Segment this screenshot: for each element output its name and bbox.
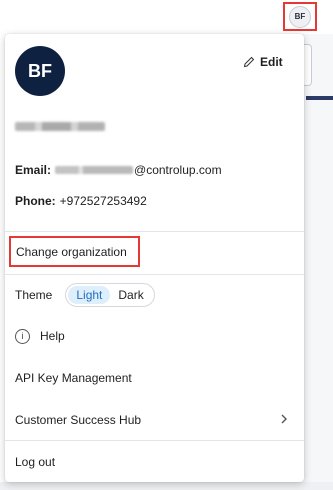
theme-dark-option[interactable]: Dark xyxy=(110,286,151,304)
customer-success-hub-label: Customer Success Hub xyxy=(15,413,142,427)
profile-section: BF Edit Email: @controlup.com Phone: +97… xyxy=(5,34,304,231)
theme-toggle[interactable]: Light Dark xyxy=(65,283,155,307)
user-menu: BF Edit Email: @controlup.com Phone: +97… xyxy=(5,34,304,482)
email-domain: @controlup.com xyxy=(134,163,222,177)
user-name-redacted xyxy=(15,122,105,131)
email-user-redacted xyxy=(55,166,134,174)
divider xyxy=(5,440,304,441)
change-organization-item[interactable]: Change organization xyxy=(9,236,140,267)
help-item[interactable]: i Help xyxy=(5,316,304,356)
logout-label: Log out xyxy=(15,455,56,469)
edit-label: Edit xyxy=(260,55,283,69)
divider xyxy=(5,274,304,275)
theme-light-option[interactable]: Light xyxy=(68,286,111,304)
api-key-management-label: API Key Management xyxy=(15,371,132,385)
phone-label: Phone: xyxy=(15,194,56,208)
edit-profile-button[interactable]: Edit xyxy=(243,54,283,70)
background-tab-indicator xyxy=(306,96,333,100)
phone-row: Phone: +972527253492 xyxy=(15,194,147,208)
help-label: Help xyxy=(40,329,65,343)
customer-success-hub-item[interactable]: Customer Success Hub xyxy=(5,400,304,440)
background-footer xyxy=(0,482,333,490)
email-label: Email: xyxy=(15,163,52,177)
chevron-right-icon xyxy=(281,414,287,424)
change-organization-label: Change organization xyxy=(16,244,127,259)
divider xyxy=(5,231,304,232)
user-menu-trigger[interactable]: BF xyxy=(283,2,317,31)
theme-row: Theme Light Dark xyxy=(15,282,155,308)
logout-item[interactable]: Log out xyxy=(5,442,304,482)
theme-label: Theme xyxy=(15,288,53,302)
pencil-icon xyxy=(243,56,255,68)
api-key-management-item[interactable]: API Key Management xyxy=(5,358,304,398)
user-avatar-small[interactable]: BF xyxy=(289,5,311,28)
email-row: Email: @controlup.com xyxy=(15,163,222,177)
info-icon: i xyxy=(15,328,30,344)
phone-value: +972527253492 xyxy=(59,194,147,208)
avatar: BF xyxy=(15,46,65,96)
